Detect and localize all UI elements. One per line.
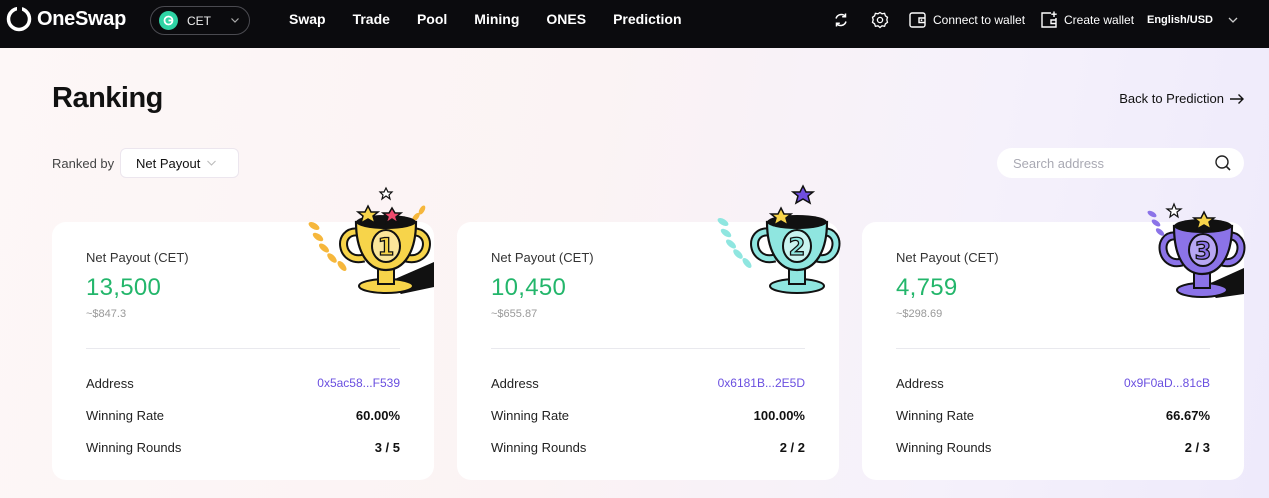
nav-prediction[interactable]: Prediction <box>613 9 681 29</box>
net-payout-amount: 4,759 <box>896 274 958 301</box>
winning-rounds-row: Winning Rounds 2 / 2 <box>491 440 805 455</box>
net-payout-label: Net Payout (CET) <box>491 250 594 265</box>
net-payout-amount: 10,450 <box>491 274 567 301</box>
create-wallet-label: Create wallet <box>1064 13 1135 27</box>
ranking-card-3: Net Payout (CET) 4,759 ~$298.69 Address … <box>862 202 1246 480</box>
trophy-rank-number: 2 <box>789 233 806 261</box>
winning-rounds-value: 2 / 2 <box>779 440 805 455</box>
nav-swap[interactable]: Swap <box>289 9 326 29</box>
connect-wallet-button[interactable]: Connect to wallet <box>908 0 1025 40</box>
winning-rounds-label: Winning Rounds <box>86 440 182 455</box>
net-payout-label: Net Payout (CET) <box>86 250 189 265</box>
divider <box>86 348 400 349</box>
search-icon[interactable] <box>1214 154 1232 172</box>
net-payout-amount: 13,500 <box>86 274 162 301</box>
main-nav: Swap Trade Pool Mining ONES Prediction <box>289 9 709 29</box>
address-link[interactable]: 0x6181B...2E5D <box>718 376 805 391</box>
refresh-button[interactable] <box>831 0 851 40</box>
top-navigation-bar: OneSwap CET Swap Trade Pool Mining ONES … <box>0 0 1269 48</box>
net-payout-usd: ~$298.69 <box>896 308 943 320</box>
winning-rounds-row: Winning Rounds 3 / 5 <box>86 440 400 455</box>
address-label: Address <box>896 376 944 391</box>
settings-button[interactable] <box>870 0 890 40</box>
oneswap-logo[interactable]: OneSwap <box>6 6 126 32</box>
chevron-down-icon <box>231 18 239 23</box>
back-link-label: Back to Prediction <box>1119 91 1224 106</box>
create-wallet-button[interactable]: Create wallet <box>1039 0 1134 40</box>
nav-mining[interactable]: Mining <box>474 9 519 29</box>
address-row: Address 0x6181B...2E5D <box>491 376 805 391</box>
address-link[interactable]: 0x5ac58...F539 <box>317 376 400 391</box>
app-name: OneSwap <box>37 7 127 30</box>
divider <box>491 348 805 349</box>
address-label: Address <box>491 376 539 391</box>
chain-label: CET <box>187 13 211 28</box>
net-payout-label: Net Payout (CET) <box>896 250 999 265</box>
wallet-icon <box>909 12 926 28</box>
arrow-right-icon <box>1230 93 1244 104</box>
address-row: Address 0x9F0aD...81cB <box>896 376 1210 391</box>
search-input[interactable] <box>1013 155 1198 171</box>
page-title: Ranking <box>52 82 163 114</box>
trophy-gold-icon: 1 <box>308 186 434 294</box>
ranked-by-dropdown[interactable]: Net Payout <box>120 148 239 178</box>
add-wallet-icon <box>1041 11 1057 28</box>
trophy-rank-number: 1 <box>378 233 395 261</box>
net-payout-usd: ~$847.3 <box>86 308 127 320</box>
winning-rate-row: Winning Rate 66.67% <box>896 408 1210 423</box>
ranked-by-value: Net Payout <box>136 155 201 171</box>
refresh-icon <box>835 13 847 27</box>
connect-wallet-label: Connect to wallet <box>933 13 1026 27</box>
nav-trade[interactable]: Trade <box>353 9 390 29</box>
winning-rate-row: Winning Rate 60.00% <box>86 408 400 423</box>
winning-rate-label: Winning Rate <box>86 408 165 423</box>
winning-rate-row: Winning Rate 100.00% <box>491 408 805 423</box>
address-label: Address <box>86 376 134 391</box>
winning-rounds-row: Winning Rounds 2 / 3 <box>896 440 1210 455</box>
winning-rate-value: 100.00% <box>753 408 805 423</box>
chevron-down-icon <box>1228 17 1238 23</box>
oneswap-logo-icon <box>6 6 32 32</box>
trophy-bronze-icon: 3 <box>1147 202 1246 298</box>
ranked-by-label: Ranked by <box>52 156 115 171</box>
gear-icon <box>871 11 889 29</box>
trophy-silver-icon: 2 <box>717 184 841 294</box>
chain-selector[interactable]: CET <box>150 6 250 35</box>
divider <box>896 348 1210 349</box>
chevron-down-icon <box>207 160 217 166</box>
winning-rate-label: Winning Rate <box>491 408 570 423</box>
winning-rate-label: Winning Rate <box>896 408 975 423</box>
trophy-rank-number: 3 <box>1195 237 1212 265</box>
winning-rounds-label: Winning Rounds <box>896 440 992 455</box>
net-payout-usd: ~$655.87 <box>491 308 538 320</box>
language-selector[interactable]: English/USD <box>1147 0 1239 40</box>
winning-rate-value: 66.67% <box>1165 408 1210 423</box>
ranking-card-2: Net Payout (CET) 10,450 ~$655.87 Address… <box>457 184 841 480</box>
back-to-prediction-link[interactable]: Back to Prediction <box>1119 91 1245 106</box>
winning-rounds-label: Winning Rounds <box>491 440 587 455</box>
language-label: English/USD <box>1147 14 1214 26</box>
winning-rate-value: 60.00% <box>355 408 400 423</box>
winning-rounds-value: 3 / 5 <box>374 440 400 455</box>
address-row: Address 0x5ac58...F539 <box>86 376 400 391</box>
nav-ones[interactable]: ONES <box>546 9 586 29</box>
address-link[interactable]: 0x9F0aD...81cB <box>1124 376 1210 391</box>
nav-pool[interactable]: Pool <box>417 9 447 29</box>
ranking-card-1: Net Payout (CET) 13,500 ~$847.3 Address … <box>52 186 434 480</box>
winning-rounds-value: 2 / 3 <box>1184 440 1210 455</box>
search-box <box>997 148 1244 178</box>
cet-coin-icon <box>159 11 178 30</box>
